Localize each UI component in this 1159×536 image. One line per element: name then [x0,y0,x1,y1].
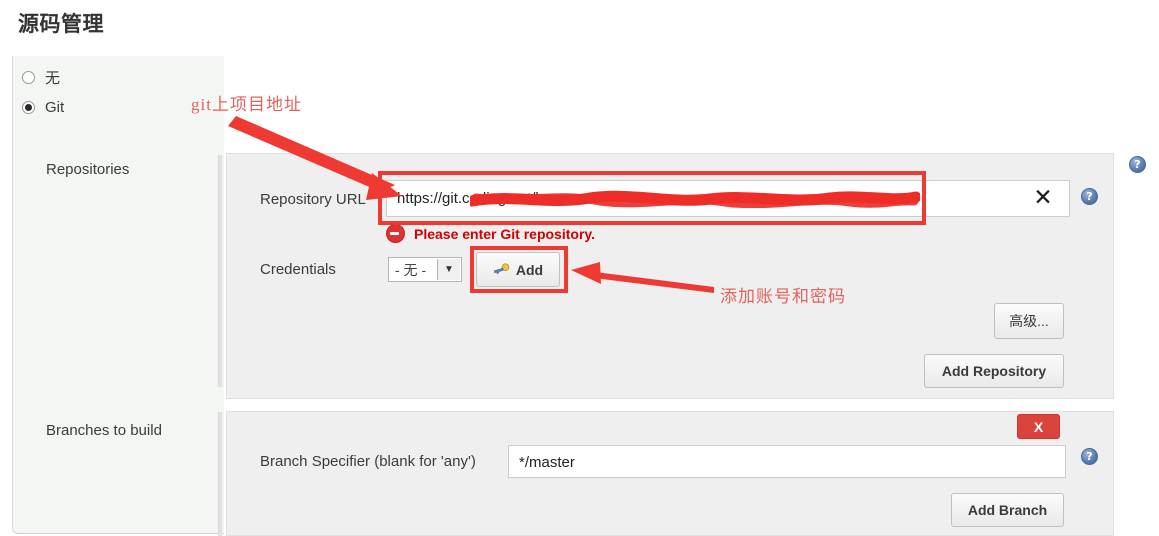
error-circle-minus-icon [386,224,405,243]
radio-label-git: Git [45,98,65,116]
branch-panel-divider [218,412,223,536]
repository-panel-divider [218,155,223,387]
page-title: 源码管理 [18,13,104,36]
scm-type-radio-group: 无 Git [20,62,210,122]
repository-url-input[interactable]: https://git.coding.net/k [386,180,1070,217]
delete-branch-button[interactable]: X [1017,414,1060,439]
section-label-branches-to-build: Branches to build [46,422,162,439]
advanced-button[interactable]: 高级... [994,303,1064,339]
branch-specifier-input[interactable]: */master [508,445,1066,478]
annotation-label-url: git上项目地址 [191,95,302,114]
credentials-selected-value: - 无 - [395,261,427,278]
section-label-repositories: Repositories [46,161,130,178]
radio-icon-git-selected[interactable] [22,100,35,114]
add-credentials-button[interactable]: Add [476,252,560,287]
error-message-text: Please enter Git repository. [414,225,596,242]
key-icon [494,263,510,274]
right-gutter [1115,150,1159,400]
credentials-label: Credentials [260,261,336,278]
help-icon-branch-specifier[interactable]: ? [1081,448,1098,465]
radio-icon-none[interactable] [22,70,35,84]
clear-url-icon[interactable]: ✕ [1031,186,1055,210]
add-branch-button[interactable]: Add Branch [951,493,1064,527]
credentials-select[interactable]: - 无 - ▼ [388,257,462,282]
help-icon-repository-url[interactable]: ? [1081,188,1098,205]
form-outer-frame [12,56,224,534]
radio-label-none: 无 [45,69,61,87]
radio-option-none[interactable]: 无 [20,62,210,92]
add-credentials-label: Add [515,261,544,278]
help-icon-repositories-section[interactable]: ? [1129,156,1146,173]
add-repository-button[interactable]: Add Repository [924,354,1064,388]
repository-url-label: Repository URL [260,191,366,208]
repository-url-error: Please enter Git repository. [386,224,595,243]
radio-option-git[interactable]: Git [20,92,210,122]
branch-specifier-label: Branch Specifier (blank for 'any') [260,453,476,470]
annotation-label-credentials: 添加账号和密码 [720,287,846,306]
chevron-down-icon[interactable]: ▼ [437,259,460,280]
